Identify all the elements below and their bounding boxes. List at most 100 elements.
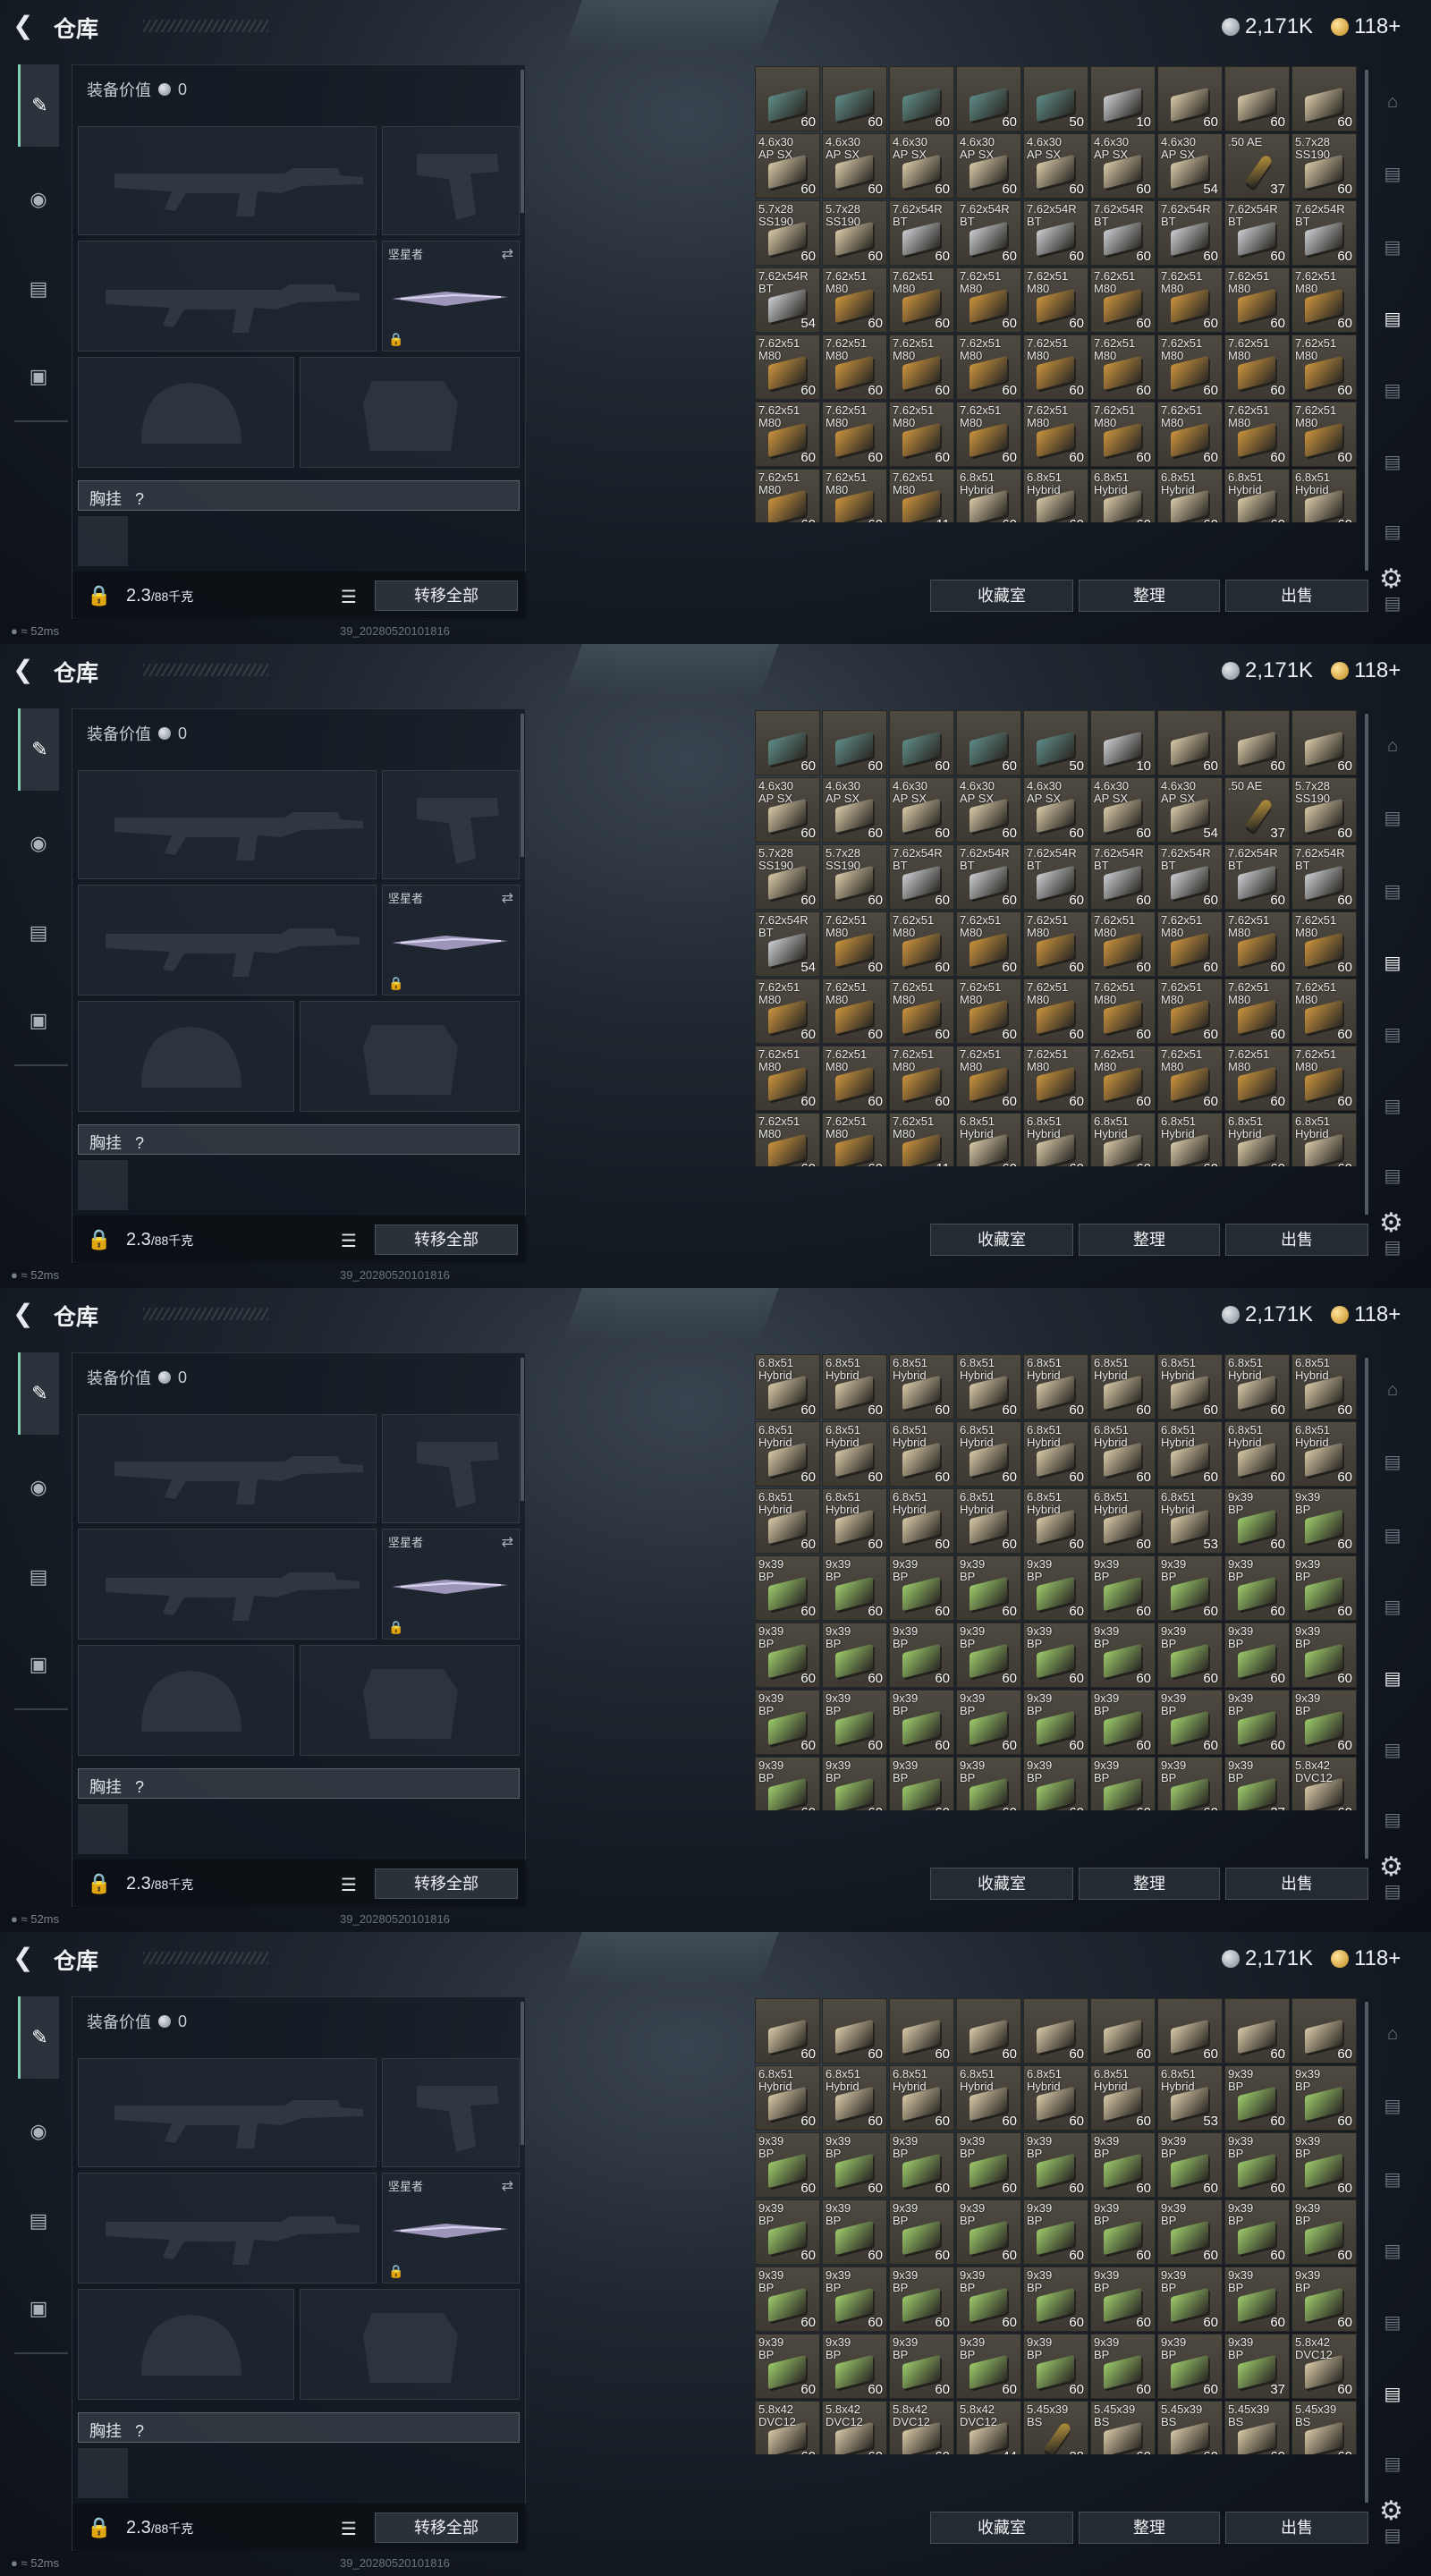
inventory-item[interactable]: 7.62x54R BT 54: [755, 267, 820, 333]
inventory-item[interactable]: 60: [822, 710, 887, 775]
inventory-item[interactable]: 7.62x51M80 60: [755, 1046, 820, 1111]
inventory-item[interactable]: 9x39BP 60: [1291, 2132, 1357, 2198]
inventory-item[interactable]: 7.62x51M80 60: [1224, 267, 1290, 333]
collection-room-button[interactable]: 收藏室: [930, 1868, 1073, 1900]
inventory-item[interactable]: 9x39BP 60: [1224, 1555, 1290, 1621]
inventory-item[interactable]: 6.8x51Hybrid 60: [755, 1421, 820, 1487]
secondary-weapon-slot[interactable]: [78, 241, 377, 352]
container-6-tab[interactable]: ▤: [1374, 2447, 1411, 2479]
inventory-item[interactable]: 9x39BP 60: [822, 2334, 887, 2399]
inventory-item[interactable]: 9x39BP 60: [1023, 2132, 1088, 2198]
inventory-item[interactable]: 9x39BP 60: [889, 1690, 954, 1755]
rig-item-slot[interactable]: [78, 1160, 128, 1210]
inventory-item[interactable]: 4.6x30 AP SX 60: [889, 777, 954, 843]
inventory-item[interactable]: 7.62x51M80 60: [1157, 335, 1223, 400]
backpack-tab[interactable]: ▣: [18, 356, 59, 397]
melee-slot[interactable]: 坚星者 ⇄ 🔒: [382, 1529, 520, 1640]
inventory-item[interactable]: 9x39BP 60: [1090, 2267, 1156, 2332]
inventory-item[interactable]: 9x39BP 60: [755, 1690, 820, 1755]
inventory-item[interactable]: 60: [956, 1998, 1021, 2063]
inventory-item[interactable]: 7.62x51M80 60: [1224, 402, 1290, 467]
pistol-slot[interactable]: [382, 770, 520, 879]
inventory-item[interactable]: 7.62x51M80 60: [755, 402, 820, 467]
inventory-item[interactable]: 9x39BP 60: [956, 2334, 1021, 2399]
inventory-item[interactable]: 9x39BP 37: [1224, 1757, 1290, 1810]
weapon-tab[interactable]: ✎: [18, 1352, 59, 1435]
inventory-item[interactable]: 5.7x28 SS190 60: [822, 844, 887, 910]
gold-currency[interactable]: 118+: [1331, 14, 1401, 39]
inventory-item[interactable]: 6.8x51Hybrid 60: [1291, 1421, 1357, 1487]
inventory-item[interactable]: 5.7x28 SS190 60: [755, 200, 820, 266]
secondary-weapon-slot[interactable]: [78, 885, 377, 996]
container-5-tab[interactable]: ▤: [1374, 1733, 1411, 1766]
inventory-item[interactable]: 7.62x54R BT 60: [1157, 844, 1223, 910]
list-icon[interactable]: ☰: [341, 1230, 357, 1252]
inventory-item[interactable]: 7.62x51M80 60: [956, 267, 1021, 333]
chest-rig-row[interactable]: 胸挂 ?: [78, 1768, 520, 1799]
inventory-item[interactable]: 9x39BP 60: [755, 2334, 820, 2399]
inventory-item[interactable]: 7.62x51M80 60: [1291, 979, 1357, 1044]
inventory-item[interactable]: 9x39BP 60: [1090, 1757, 1156, 1810]
inventory-item[interactable]: 7.62x51M80 60: [1023, 267, 1088, 333]
inventory-item[interactable]: 60: [755, 66, 820, 131]
gear-icon[interactable]: ⚙: [1379, 1852, 1403, 1883]
inventory-item[interactable]: 6.8x51Hybrid 60: [822, 1421, 887, 1487]
lock-icon[interactable]: 🔒: [87, 1228, 111, 1251]
armor-slot[interactable]: [300, 1001, 520, 1112]
inventory-item[interactable]: 6.8x51Hybrid 60: [1224, 1354, 1290, 1419]
inventory-item[interactable]: 4.6x30 AP SX 54: [1157, 133, 1223, 199]
inventory-item[interactable]: 7.62x51M80 11: [889, 469, 954, 522]
inventory-item[interactable]: 7.62x51M80 60: [1157, 979, 1223, 1044]
inventory-item[interactable]: 7.62x54R BT 60: [1157, 200, 1223, 266]
armor-slot[interactable]: [300, 357, 520, 468]
inventory-item[interactable]: 9x39BP 60: [1157, 2199, 1223, 2265]
inventory-item[interactable]: 7.62x54R BT 60: [1224, 200, 1290, 266]
inventory-item[interactable]: 9x39BP 60: [755, 2132, 820, 2198]
inventory-item[interactable]: 9x39BP 60: [1023, 2334, 1088, 2399]
inventory-item[interactable]: 7.62x51M80 60: [956, 335, 1021, 400]
inventory-item[interactable]: 6.8x51Hybrid 60: [956, 1488, 1021, 1554]
inventory-item[interactable]: 6.8x51 Hybrid 53: [1157, 1488, 1223, 1554]
inventory-item[interactable]: 7.62x54R BT 60: [889, 844, 954, 910]
back-arrow-icon[interactable]: ❮: [13, 13, 36, 39]
inventory-item[interactable]: 6.8x51Hybrid 60: [956, 469, 1021, 522]
sort-button[interactable]: 整理: [1079, 580, 1220, 612]
inventory-item[interactable]: 9x39BP 60: [1291, 1690, 1357, 1755]
gear-icon[interactable]: ⚙: [1379, 2496, 1403, 2527]
inventory-item[interactable]: 9x39BP 60: [956, 1555, 1021, 1621]
inventory-item[interactable]: 5.45x39BS 60: [1157, 2401, 1223, 2454]
inventory-item[interactable]: 7.62x51M80 60: [1291, 402, 1357, 467]
armor-tab[interactable]: ◉: [18, 823, 59, 864]
inventory-item[interactable]: 60: [1291, 66, 1357, 131]
inventory-item[interactable]: 50: [1023, 66, 1088, 131]
inventory-item[interactable]: 7.62x51M80 60: [1291, 335, 1357, 400]
inventory-item[interactable]: 6.8x51Hybrid 60: [1224, 1113, 1290, 1166]
chest-rig-row[interactable]: 胸挂 ?: [78, 2412, 520, 2443]
inventory-item[interactable]: 9x39BP 60: [822, 2267, 887, 2332]
inventory-item[interactable]: 7.62x51M80 60: [1090, 267, 1156, 333]
container-1-tab[interactable]: ▤: [1374, 157, 1411, 190]
inventory-item[interactable]: 7.62x51M80 60: [956, 911, 1021, 977]
inventory-item[interactable]: 9x39BP 60: [1090, 2199, 1156, 2265]
inventory-item[interactable]: 7.62x51M80 60: [822, 335, 887, 400]
inventory-item[interactable]: 6.8x51Hybrid 60: [1090, 2065, 1156, 2131]
inventory-item[interactable]: 7.62x51M80 60: [889, 1046, 954, 1111]
container-2-tab[interactable]: ▤: [1374, 875, 1411, 907]
inventory-item[interactable]: 6.8x51Hybrid 60: [1023, 1421, 1088, 1487]
inventory-item[interactable]: 6.8x51Hybrid 60: [755, 1488, 820, 1554]
inventory-item[interactable]: 7.62x51M80 60: [1224, 979, 1290, 1044]
inventory-item[interactable]: 7.62x54R BT 60: [1090, 844, 1156, 910]
inventory-item[interactable]: 60: [1157, 1998, 1223, 2063]
inventory-item[interactable]: 9x39BP 60: [889, 2199, 954, 2265]
sell-button[interactable]: 出售: [1225, 1224, 1368, 1256]
inventory-item[interactable]: 7.62x51M80 60: [822, 402, 887, 467]
inventory-item[interactable]: 9x39BP 60: [1157, 1690, 1223, 1755]
inventory-item[interactable]: 6.8x51Hybrid 60: [755, 1354, 820, 1419]
inventory-item[interactable]: 10: [1090, 66, 1156, 131]
inventory-item[interactable]: 6.8x51Hybrid 60: [889, 1354, 954, 1419]
inventory-item[interactable]: 4.6x30 AP SX 60: [956, 777, 1021, 843]
inventory-item[interactable]: 9x39BP 60: [889, 1623, 954, 1688]
inventory-item[interactable]: 6.8x51Hybrid 60: [1090, 469, 1156, 522]
list-icon[interactable]: ☰: [341, 1874, 357, 1896]
inventory-item[interactable]: 60: [1224, 710, 1290, 775]
